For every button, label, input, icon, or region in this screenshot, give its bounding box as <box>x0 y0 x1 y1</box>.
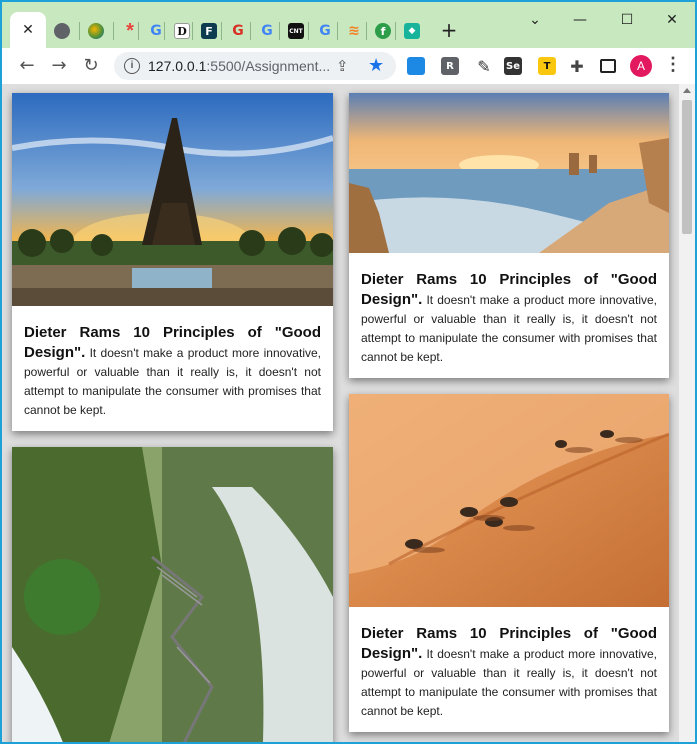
tab-globe[interactable] <box>44 14 80 48</box>
extension-selenium-icon[interactable]: Se <box>504 57 522 75</box>
profile-avatar[interactable]: A <box>630 55 652 77</box>
card-image-coastal-cliffs <box>349 93 669 253</box>
side-panel-icon[interactable] <box>600 59 616 73</box>
url-text[interactable]: 127.0.0.1:5500/Assignment... <box>148 58 330 74</box>
address-bar[interactable]: i 127.0.0.1:5500/Assignment... ⇪ ★ <box>114 52 396 80</box>
f-icon: F <box>201 23 217 39</box>
google-icon: G <box>319 23 331 39</box>
colorful-globe-icon <box>88 23 104 39</box>
back-button[interactable]: ← <box>14 53 40 79</box>
card <box>12 447 333 742</box>
browser-window: ✕ * G D F G G CNT G ≋ f ◆ + ⌄ — ☐ ✕ ← → … <box>0 0 697 744</box>
scroll-up-arrow-icon[interactable] <box>683 88 691 93</box>
g-red-icon: G <box>232 23 244 39</box>
card-image-desert-oryx <box>349 394 669 607</box>
stack-icon: ≋ <box>348 23 360 39</box>
card: Dieter Rams 10 Principles of "Good Desig… <box>349 93 669 378</box>
chrome-menu-icon[interactable]: ⋮ <box>664 54 682 75</box>
green-leaf-icon: f <box>375 23 391 39</box>
globe-icon <box>54 23 70 39</box>
cnt-icon: CNT <box>288 23 304 39</box>
card-text: Dieter Rams 10 Principles of "Good Desig… <box>349 607 669 733</box>
extension-r-icon[interactable]: R <box>441 57 459 75</box>
tab-strip: ✕ * G D F G G CNT G ≋ f ◆ + ⌄ — ☐ ✕ <box>2 2 695 48</box>
d-icon: D <box>174 23 190 39</box>
card-image-waterfall-staircase <box>12 447 333 742</box>
asterisk-icon: * <box>126 20 134 42</box>
card-text: Dieter Rams 10 Principles of "Good Desig… <box>349 253 669 379</box>
card-text: Dieter Rams 10 Principles of "Good Desig… <box>12 306 333 432</box>
google-icon: G <box>150 23 162 39</box>
minimize-button[interactable]: — <box>566 10 594 30</box>
browser-toolbar: ← → ↻ i 127.0.0.1:5500/Assignment... ⇪ ★… <box>2 48 695 84</box>
card: Dieter Rams 10 Principles of "Good Desig… <box>349 394 669 732</box>
card-image-eiffel-tower <box>12 93 333 306</box>
extension-t-icon[interactable]: T <box>538 57 556 75</box>
tab-search-dropdown-icon[interactable]: ⌄ <box>521 10 549 30</box>
close-window-button[interactable]: ✕ <box>658 10 686 30</box>
scroll-thumb[interactable] <box>682 100 692 234</box>
page-scrollbar[interactable] <box>679 84 695 742</box>
extension-download-icon[interactable] <box>407 57 425 75</box>
share-icon[interactable]: ⇪ <box>336 57 349 75</box>
new-tab-button[interactable]: + <box>439 19 459 41</box>
forward-button[interactable]: → <box>46 53 72 79</box>
tab-colorful-globe[interactable] <box>78 14 114 48</box>
extensions-puzzle-icon[interactable]: ✚ <box>568 57 586 76</box>
maximize-button[interactable]: ☐ <box>613 10 641 30</box>
tab-active[interactable]: ✕ <box>10 12 46 48</box>
extension-eyedropper-icon[interactable]: ✎ <box>475 57 493 76</box>
bookmark-star-icon[interactable]: ★ <box>368 55 384 76</box>
google-icon: G <box>261 23 273 39</box>
tab-shield[interactable]: ◆ <box>394 14 430 48</box>
close-tab-icon[interactable]: ✕ <box>22 22 34 38</box>
reload-button[interactable]: ↻ <box>78 53 104 79</box>
page-content: Dieter Rams 10 Principles of "Good Desig… <box>2 84 679 742</box>
site-info-icon[interactable]: i <box>124 58 140 74</box>
card: Dieter Rams 10 Principles of "Good Desig… <box>12 93 333 431</box>
shield-icon: ◆ <box>404 23 420 39</box>
